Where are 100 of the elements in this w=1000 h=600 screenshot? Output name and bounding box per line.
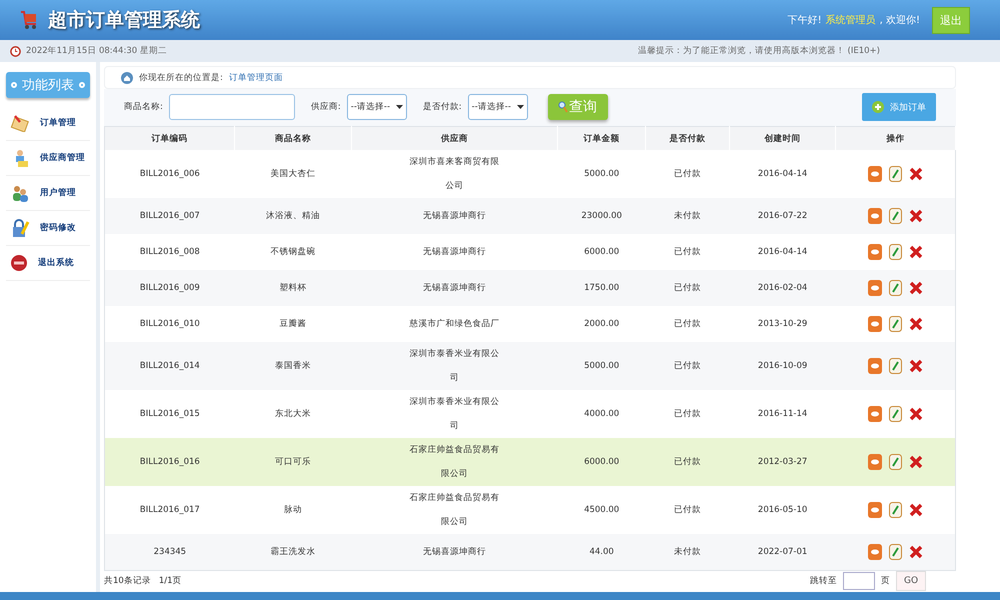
table-cell: 深圳市喜来客商贸有限公司 [351, 150, 558, 198]
user-name: 系统管理员 [826, 14, 876, 27]
view-icon[interactable] [868, 544, 882, 560]
provider-select[interactable]: --请选择-- [346, 94, 407, 120]
table-cell: 44.00 [558, 534, 646, 570]
table-cell: BILL2016_014 [104, 342, 235, 390]
delete-icon[interactable] [908, 245, 923, 260]
table-cell: 塑料杯 [234, 270, 352, 306]
jump-label: 跳转至 [810, 575, 837, 588]
product-name-label: 商品名称: [124, 101, 163, 114]
table-cell: 2022-07-01 [729, 534, 836, 570]
paid-select[interactable]: --请选择-- [468, 94, 528, 120]
table-cell: 美国大杏仁 [234, 150, 352, 198]
delete-icon[interactable] [908, 317, 923, 332]
table-cell: 2013-10-29 [729, 306, 836, 342]
column-header: 操作 [836, 126, 956, 150]
table-cell: 6000.00 [558, 438, 646, 486]
table-row[interactable]: BILL2016_008 不锈钢盘碗 无锡喜源坤商行 6000.00 已付款 2016-04-14 [104, 234, 956, 270]
edit-icon[interactable] [888, 280, 902, 296]
page-count: 1/1页 [158, 575, 182, 588]
table-cell: 已付款 [645, 270, 730, 306]
table-row[interactable]: BILL2016_015 东北大米 深圳市泰香米业有限公司 4000.00 已付款 2016-11-14 [104, 390, 956, 438]
lock-icon [10, 218, 30, 238]
provider-label: 供应商: [310, 101, 341, 114]
sidebar-title: 功能列表 [6, 72, 90, 98]
view-icon[interactable] [868, 316, 882, 332]
table-cell: BILL2016_007 [104, 198, 235, 234]
table-row[interactable]: BILL2016_010 豆瓣酱 慈溪市广和绿色食品厂 2000.00 已付款 2013-10-29 [104, 306, 956, 342]
table-cell: 2012-03-27 [729, 438, 836, 486]
table-cell: 23000.00 [558, 198, 646, 234]
edit-icon[interactable] [888, 358, 902, 374]
table-cell: 已付款 [645, 438, 730, 486]
view-icon[interactable] [868, 454, 882, 470]
delete-icon[interactable] [908, 503, 923, 518]
delete-icon[interactable] [908, 209, 923, 224]
delete-icon[interactable] [908, 545, 923, 560]
view-icon[interactable] [868, 502, 882, 518]
table-cell: BILL2016_016 [104, 438, 235, 486]
edit-icon[interactable] [888, 316, 902, 332]
go-button[interactable]: GO [896, 571, 926, 592]
table-cell: 4000.00 [558, 390, 646, 438]
sidebar-item[interactable]: 用户管理 [6, 176, 90, 211]
edit-icon[interactable] [888, 544, 902, 560]
delete-icon[interactable] [908, 167, 923, 182]
edit-icon[interactable] [888, 166, 902, 182]
table-cell: 2016-07-22 [729, 198, 836, 234]
delete-icon[interactable] [908, 359, 923, 374]
view-icon[interactable] [868, 244, 882, 260]
table-cell: BILL2016_017 [104, 486, 235, 534]
table-cell: 2016-04-14 [729, 150, 836, 198]
product-name-field[interactable] [168, 94, 295, 120]
table-row[interactable]: BILL2016_009 塑料杯 无锡喜源坤商行 1750.00 已付款 2016-02-04 [104, 270, 956, 306]
delete-icon[interactable] [908, 281, 923, 296]
edit-icon[interactable] [888, 208, 902, 224]
table-cell: 已付款 [645, 234, 730, 270]
view-icon[interactable] [868, 280, 882, 296]
edit-icon[interactable] [888, 502, 902, 518]
edit-icon[interactable] [888, 244, 902, 260]
table-row[interactable]: BILL2016_014 泰国香米 深圳市泰香米业有限公司 5000.00 已付款 2016-10-09 [104, 342, 956, 390]
edit-icon[interactable] [888, 454, 902, 470]
table-cell: 沐浴液、精油 [234, 198, 352, 234]
table-row[interactable]: BILL2016_007 沐浴液、精油 无锡喜源坤商行 23000.00 未付款 2016-07-22 [104, 198, 956, 234]
table-cell: BILL2016_010 [104, 306, 235, 342]
view-icon[interactable] [868, 208, 882, 224]
table-row[interactable]: BILL2016_017 脉动 石家庄帅益食品贸易有限公司 4500.00 已付款 2016-05-10 [104, 486, 956, 534]
delete-icon[interactable] [908, 455, 923, 470]
sidebar-item[interactable]: 供应商管理 [6, 141, 90, 176]
view-icon[interactable] [868, 358, 882, 374]
welcome-text: , 欢迎你! [880, 14, 920, 27]
app-title: 超市订单管理系统 [48, 8, 200, 33]
caret-icon [396, 104, 403, 110]
table-cell: 泰国香米 [234, 342, 352, 390]
exit-icon [10, 254, 28, 272]
page-unit: 页 [881, 575, 890, 588]
column-header: 是否付款 [645, 126, 730, 150]
table-cell: 2016-02-04 [729, 270, 836, 306]
table-cell: 2016-11-14 [729, 390, 836, 438]
table-cell: BILL2016_008 [104, 234, 235, 270]
table-cell: 深圳市泰香米业有限公司 [351, 342, 558, 390]
table-cell: 无锡喜源坤商行 [351, 234, 558, 270]
table-cell: 2016-04-14 [729, 234, 836, 270]
table-cell: 2016-05-10 [729, 486, 836, 534]
table-cell: 已付款 [645, 306, 730, 342]
clock-icon [10, 46, 21, 56]
edit-icon[interactable] [888, 406, 902, 422]
browser-notice: 温馨提示：为了能正常浏览，请使用高版本浏览器！ (IE10+) [638, 45, 880, 57]
current-page-link[interactable]: 订单管理页面 [228, 72, 283, 84]
sidebar-item[interactable]: 订单管理 [6, 106, 90, 141]
table-row[interactable]: BILL2016_006 美国大杏仁 深圳市喜来客商贸有限公司 5000.00 已付款 2016-04-14 [104, 150, 956, 198]
column-header: 商品名称 [234, 126, 352, 150]
table-cell: 2016-10-09 [729, 342, 836, 390]
sidebar-item[interactable]: 密码修改 [6, 211, 90, 246]
sidebar-item[interactable]: 退出系统 [6, 246, 90, 281]
search-icon [558, 101, 568, 114]
view-icon[interactable] [868, 406, 882, 422]
delete-icon[interactable] [908, 407, 923, 422]
table-row[interactable]: 234345 霸王洗发水 无锡喜源坤商行 44.00 未付款 2022-07-01 [104, 534, 956, 570]
page-field[interactable] [843, 572, 875, 590]
table-cell: 不锈钢盘碗 [234, 234, 352, 270]
view-icon[interactable] [868, 166, 882, 182]
